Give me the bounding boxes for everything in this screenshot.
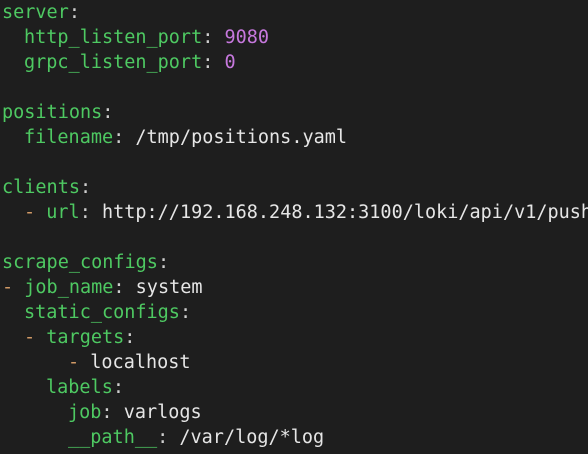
yaml-key: server — [2, 2, 69, 23]
line-job-name: - job_name: system — [2, 275, 588, 300]
line-clients: clients: — [2, 175, 588, 200]
yaml-key: targets — [46, 327, 125, 348]
yaml-value-string: varlogs — [123, 402, 202, 423]
yaml-key: job_name — [24, 277, 114, 298]
yaml-value-string: http://192.168.248.132:3100/loki/api/v1/… — [101, 202, 588, 223]
yaml-key: clients — [2, 177, 80, 198]
yaml-editor[interactable]: server: http_listen_port: 9080 grpc_list… — [0, 0, 588, 454]
colon: : — [202, 27, 225, 48]
line-positions: positions: — [2, 100, 588, 125]
list-dash: - — [24, 327, 47, 348]
line-scrape-configs: scrape_configs: — [2, 250, 588, 275]
yaml-value-string: /var/log/*log — [179, 427, 325, 448]
line-static-configs: static_configs: — [2, 300, 588, 325]
line-job: job: varlogs — [2, 400, 588, 425]
line-grpc-listen-port: grpc_listen_port: 0 — [2, 50, 588, 75]
line-targets: - targets: — [2, 325, 588, 350]
colon: : — [157, 427, 180, 448]
colon: : — [102, 102, 114, 123]
colon: : — [112, 377, 124, 398]
line-http-listen-port: http_listen_port: 9080 — [2, 25, 588, 50]
colon: : — [79, 202, 102, 223]
colon: : — [79, 177, 92, 198]
colon: : — [179, 302, 192, 323]
yaml-key: scrape_configs — [2, 252, 158, 273]
yaml-key: job — [68, 402, 102, 423]
yaml-key: __path__ — [68, 427, 158, 448]
yaml-key: url — [46, 202, 80, 223]
line-url: - url: http://192.168.248.132:3100/loki/… — [2, 200, 588, 225]
yaml-key: positions — [2, 102, 103, 123]
yaml-value-string: localhost — [90, 352, 191, 373]
list-dash: - — [24, 202, 47, 223]
line-localhost: - localhost — [2, 350, 588, 375]
line-filename: filename: /tmp/positions.yaml — [2, 125, 588, 150]
colon: : — [68, 2, 80, 23]
yaml-value-string: /tmp/positions.yaml — [135, 127, 348, 148]
yaml-value-number: 0 — [224, 52, 236, 73]
list-dash: - — [2, 277, 25, 298]
colon: : — [157, 252, 170, 273]
yaml-key: http_listen_port — [24, 27, 203, 48]
line-path: __path__: /var/log/*log — [2, 425, 588, 450]
line-labels: labels: — [2, 375, 588, 400]
colon: : — [202, 52, 225, 73]
yaml-key: labels — [46, 377, 113, 398]
list-dash: - — [68, 352, 91, 373]
yaml-key: static_configs — [24, 302, 180, 323]
colon: : — [101, 402, 124, 423]
colon: : — [124, 327, 136, 348]
colon: : — [113, 277, 136, 298]
yaml-value-string: system — [135, 277, 203, 298]
yaml-key: grpc_listen_port — [24, 52, 203, 73]
yaml-key: filename — [24, 127, 114, 148]
line-server: server: — [2, 0, 588, 25]
colon: : — [113, 127, 136, 148]
yaml-value-number: 9080 — [224, 27, 270, 48]
